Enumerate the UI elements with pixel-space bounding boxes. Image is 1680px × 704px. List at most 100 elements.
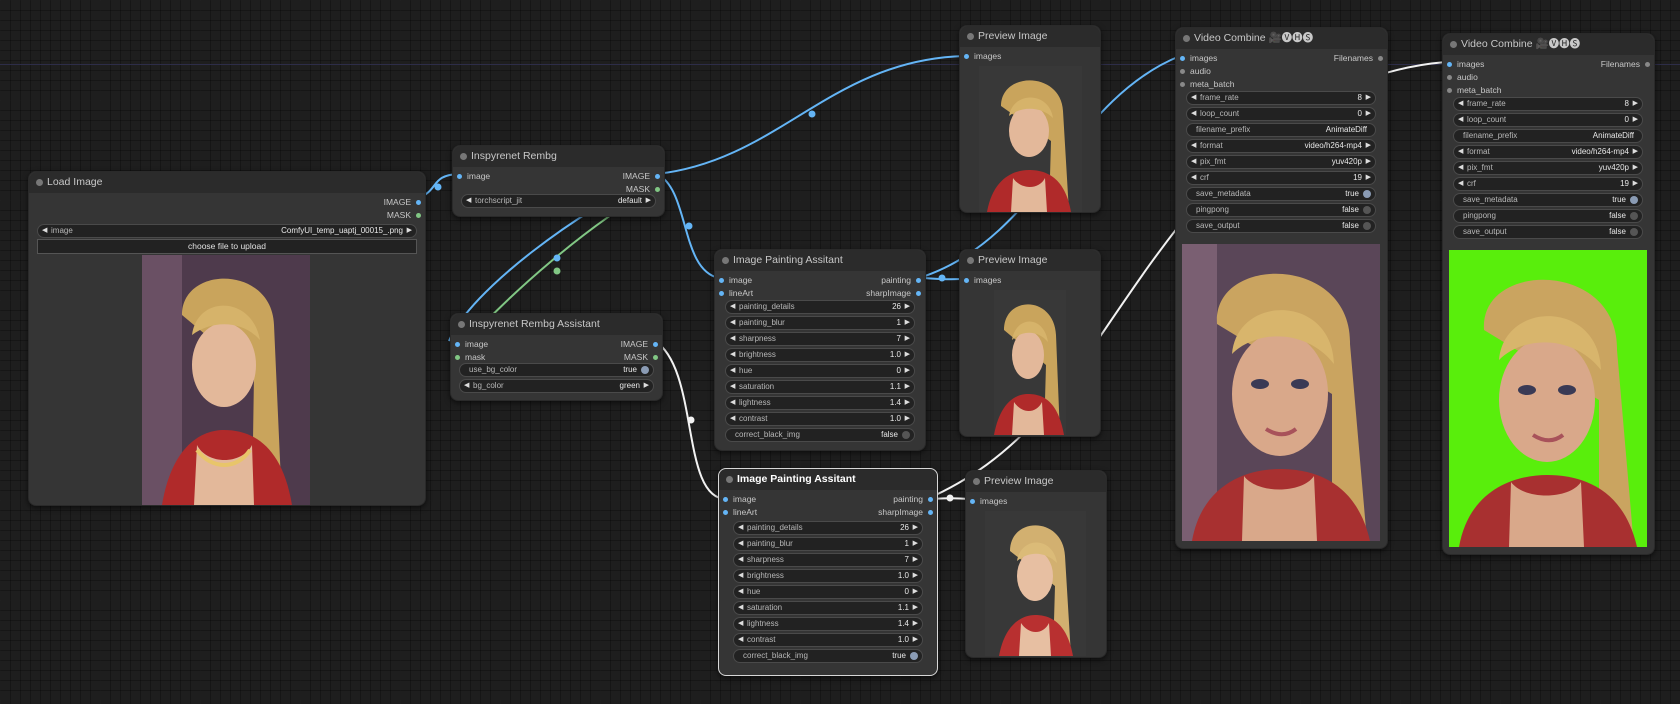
video1-format-select[interactable]: ◀ format video/h264-mp4 ▶ xyxy=(1186,139,1376,153)
painting2-saturation[interactable]: ◀ saturation 1.1 ▶ xyxy=(733,601,923,615)
rembg-assistant-title[interactable]: Inspyrenet Rembg Assistant xyxy=(451,314,662,335)
arrow-left-icon[interactable]: ◀ xyxy=(1191,156,1196,168)
video2-crf[interactable]: ◀ crf 19 ▶ xyxy=(1453,177,1643,191)
arrow-right-icon[interactable]: ▶ xyxy=(644,380,649,392)
arrow-right-icon[interactable]: ▶ xyxy=(1633,178,1638,190)
arrow-right-icon[interactable]: ▶ xyxy=(905,317,910,329)
painting2-correct-black-img-toggle[interactable]: correct_black_img true xyxy=(733,649,923,663)
painting1-title[interactable]: Image Painting Assitant xyxy=(715,250,925,271)
arrow-left-icon[interactable]: ◀ xyxy=(730,397,735,409)
arrow-left-icon[interactable]: ◀ xyxy=(730,365,735,377)
arrow-left-icon[interactable]: ◀ xyxy=(738,634,743,646)
arrow-left-icon[interactable]: ◀ xyxy=(42,225,47,237)
inspyrenet-rembg-assistant-node[interactable]: Inspyrenet Rembg Assistant image IMAGE m… xyxy=(450,313,663,401)
load-image-title[interactable]: Load Image xyxy=(29,172,425,193)
video2-frame-rate[interactable]: ◀ frame_rate 8 ▶ xyxy=(1453,97,1643,111)
load-image-output-mask[interactable]: MASK xyxy=(29,209,425,222)
video1-loop-count[interactable]: ◀ loop_count 0 ▶ xyxy=(1186,107,1376,121)
video2-format-select[interactable]: ◀ format video/h264-mp4 ▶ xyxy=(1453,145,1643,159)
video2-save-output-toggle[interactable]: save_output false xyxy=(1453,225,1643,239)
video2-input-audio[interactable]: audio xyxy=(1443,71,1654,84)
arrow-right-icon[interactable]: ▶ xyxy=(1366,108,1371,120)
preview-image-node-2[interactable]: Preview Image images xyxy=(959,249,1101,437)
arrow-right-icon[interactable]: ▶ xyxy=(905,349,910,361)
choose-file-button[interactable]: choose file to upload xyxy=(37,239,417,254)
video1-frame-rate[interactable]: ◀ frame_rate 8 ▶ xyxy=(1186,91,1376,105)
video1-input-audio[interactable]: audio xyxy=(1176,65,1387,78)
arrow-left-icon[interactable]: ◀ xyxy=(464,380,469,392)
video1-save-metadata-toggle[interactable]: save_metadata true xyxy=(1186,187,1376,201)
arrow-left-icon[interactable]: ◀ xyxy=(1458,114,1463,126)
arrow-right-icon[interactable]: ▶ xyxy=(913,634,918,646)
video2-title[interactable]: Video Combine 🎥🅥🅗🅢 xyxy=(1443,34,1654,55)
arrow-right-icon[interactable]: ▶ xyxy=(1633,98,1638,110)
torchscript-jit-select[interactable]: ◀ torchscript_jit default ▶ xyxy=(461,194,656,208)
arrow-left-icon[interactable]: ◀ xyxy=(1191,140,1196,152)
arrow-right-icon[interactable]: ▶ xyxy=(1366,172,1371,184)
video2-loop-count[interactable]: ◀ loop_count 0 ▶ xyxy=(1453,113,1643,127)
arrow-right-icon[interactable]: ▶ xyxy=(1633,146,1638,158)
arrow-left-icon[interactable]: ◀ xyxy=(738,602,743,614)
video2-pix-fmt-select[interactable]: ◀ pix_fmt yuv420p ▶ xyxy=(1453,161,1643,175)
video2-pingpong-toggle[interactable]: pingpong false xyxy=(1453,209,1643,223)
arrow-right-icon[interactable]: ▶ xyxy=(913,618,918,630)
painting2-lightness[interactable]: ◀ lightness 1.4 ▶ xyxy=(733,617,923,631)
painting1-brightness[interactable]: ◀ brightness 1.0 ▶ xyxy=(725,348,915,362)
arrow-right-icon[interactable]: ▶ xyxy=(905,413,910,425)
video1-filename-prefix-input[interactable]: filename_prefix AnimateDiff xyxy=(1186,123,1376,137)
video1-title[interactable]: Video Combine 🎥🅥🅗🅢 xyxy=(1176,28,1387,49)
arrow-left-icon[interactable]: ◀ xyxy=(730,349,735,361)
arrow-right-icon[interactable]: ▶ xyxy=(913,538,918,550)
arrow-left-icon[interactable]: ◀ xyxy=(738,570,743,582)
painting1-painting-blur[interactable]: ◀ painting_blur 1 ▶ xyxy=(725,316,915,330)
arrow-left-icon[interactable]: ◀ xyxy=(730,413,735,425)
video-combine-node-1[interactable]: Video Combine 🎥🅥🅗🅢 images Filenames audi… xyxy=(1175,27,1388,549)
painting2-contrast[interactable]: ◀ contrast 1.0 ▶ xyxy=(733,633,923,647)
load-image-output-image[interactable]: IMAGE xyxy=(29,196,425,209)
video1-crf[interactable]: ◀ crf 19 ▶ xyxy=(1186,171,1376,185)
arrow-left-icon[interactable]: ◀ xyxy=(738,522,743,534)
load-image-node[interactable]: Load Image IMAGE MASK ◀ image ComfyUI_te… xyxy=(28,171,426,506)
arrow-left-icon[interactable]: ◀ xyxy=(738,554,743,566)
image-painting-assistant-node-1[interactable]: Image Painting Assitant image painting l… xyxy=(714,249,926,451)
preview3-input-images[interactable]: images xyxy=(966,495,1106,508)
arrow-right-icon[interactable]: ▶ xyxy=(905,381,910,393)
video1-pingpong-toggle[interactable]: pingpong false xyxy=(1186,203,1376,217)
preview-image-node-3[interactable]: Preview Image images xyxy=(965,470,1107,658)
arrow-left-icon[interactable]: ◀ xyxy=(730,381,735,393)
video1-pix-fmt-select[interactable]: ◀ pix_fmt yuv420p ▶ xyxy=(1186,155,1376,169)
video1-input-meta-batch[interactable]: meta_batch xyxy=(1176,78,1387,91)
arrow-right-icon[interactable]: ▶ xyxy=(1633,162,1638,174)
preview-image-node-1[interactable]: Preview Image images xyxy=(959,25,1101,213)
video2-input-meta-batch[interactable]: meta_batch xyxy=(1443,84,1654,97)
preview1-title[interactable]: Preview Image xyxy=(960,26,1100,47)
use-bg-color-toggle[interactable]: use_bg_color true xyxy=(459,363,654,377)
arrow-left-icon[interactable]: ◀ xyxy=(1458,162,1463,174)
arrow-right-icon[interactable]: ▶ xyxy=(905,301,910,313)
rembg-title[interactable]: Inspyrenet Rembg xyxy=(453,146,664,167)
painting1-contrast[interactable]: ◀ contrast 1.0 ▶ xyxy=(725,412,915,426)
arrow-left-icon[interactable]: ◀ xyxy=(738,618,743,630)
video2-filename-prefix-input[interactable]: filename_prefix AnimateDiff xyxy=(1453,129,1643,143)
painting1-lightness[interactable]: ◀ lightness 1.4 ▶ xyxy=(725,396,915,410)
arrow-left-icon[interactable]: ◀ xyxy=(1191,172,1196,184)
painting2-sharpness[interactable]: ◀ sharpness 7 ▶ xyxy=(733,553,923,567)
preview1-input-images[interactable]: images xyxy=(960,50,1100,63)
image-file-select[interactable]: ◀ image ComfyUI_temp_uaptj_00015_.png ▶ xyxy=(37,224,417,238)
painting2-brightness[interactable]: ◀ brightness 1.0 ▶ xyxy=(733,569,923,583)
arrow-right-icon[interactable]: ▶ xyxy=(1366,140,1371,152)
arrow-left-icon[interactable]: ◀ xyxy=(1458,146,1463,158)
painting1-painting-details[interactable]: ◀ painting_details 26 ▶ xyxy=(725,300,915,314)
arrow-right-icon[interactable]: ▶ xyxy=(1366,156,1371,168)
painting2-hue[interactable]: ◀ hue 0 ▶ xyxy=(733,585,923,599)
video1-save-output-toggle[interactable]: save_output false xyxy=(1186,219,1376,233)
arrow-right-icon[interactable]: ▶ xyxy=(905,365,910,377)
video2-save-metadata-toggle[interactable]: save_metadata true xyxy=(1453,193,1643,207)
arrow-right-icon[interactable]: ▶ xyxy=(913,554,918,566)
arrow-left-icon[interactable]: ◀ xyxy=(730,317,735,329)
arrow-left-icon[interactable]: ◀ xyxy=(1458,178,1463,190)
preview3-title[interactable]: Preview Image xyxy=(966,471,1106,492)
arrow-right-icon[interactable]: ▶ xyxy=(1366,92,1371,104)
arrow-right-icon[interactable]: ▶ xyxy=(913,586,918,598)
arrow-left-icon[interactable]: ◀ xyxy=(738,586,743,598)
